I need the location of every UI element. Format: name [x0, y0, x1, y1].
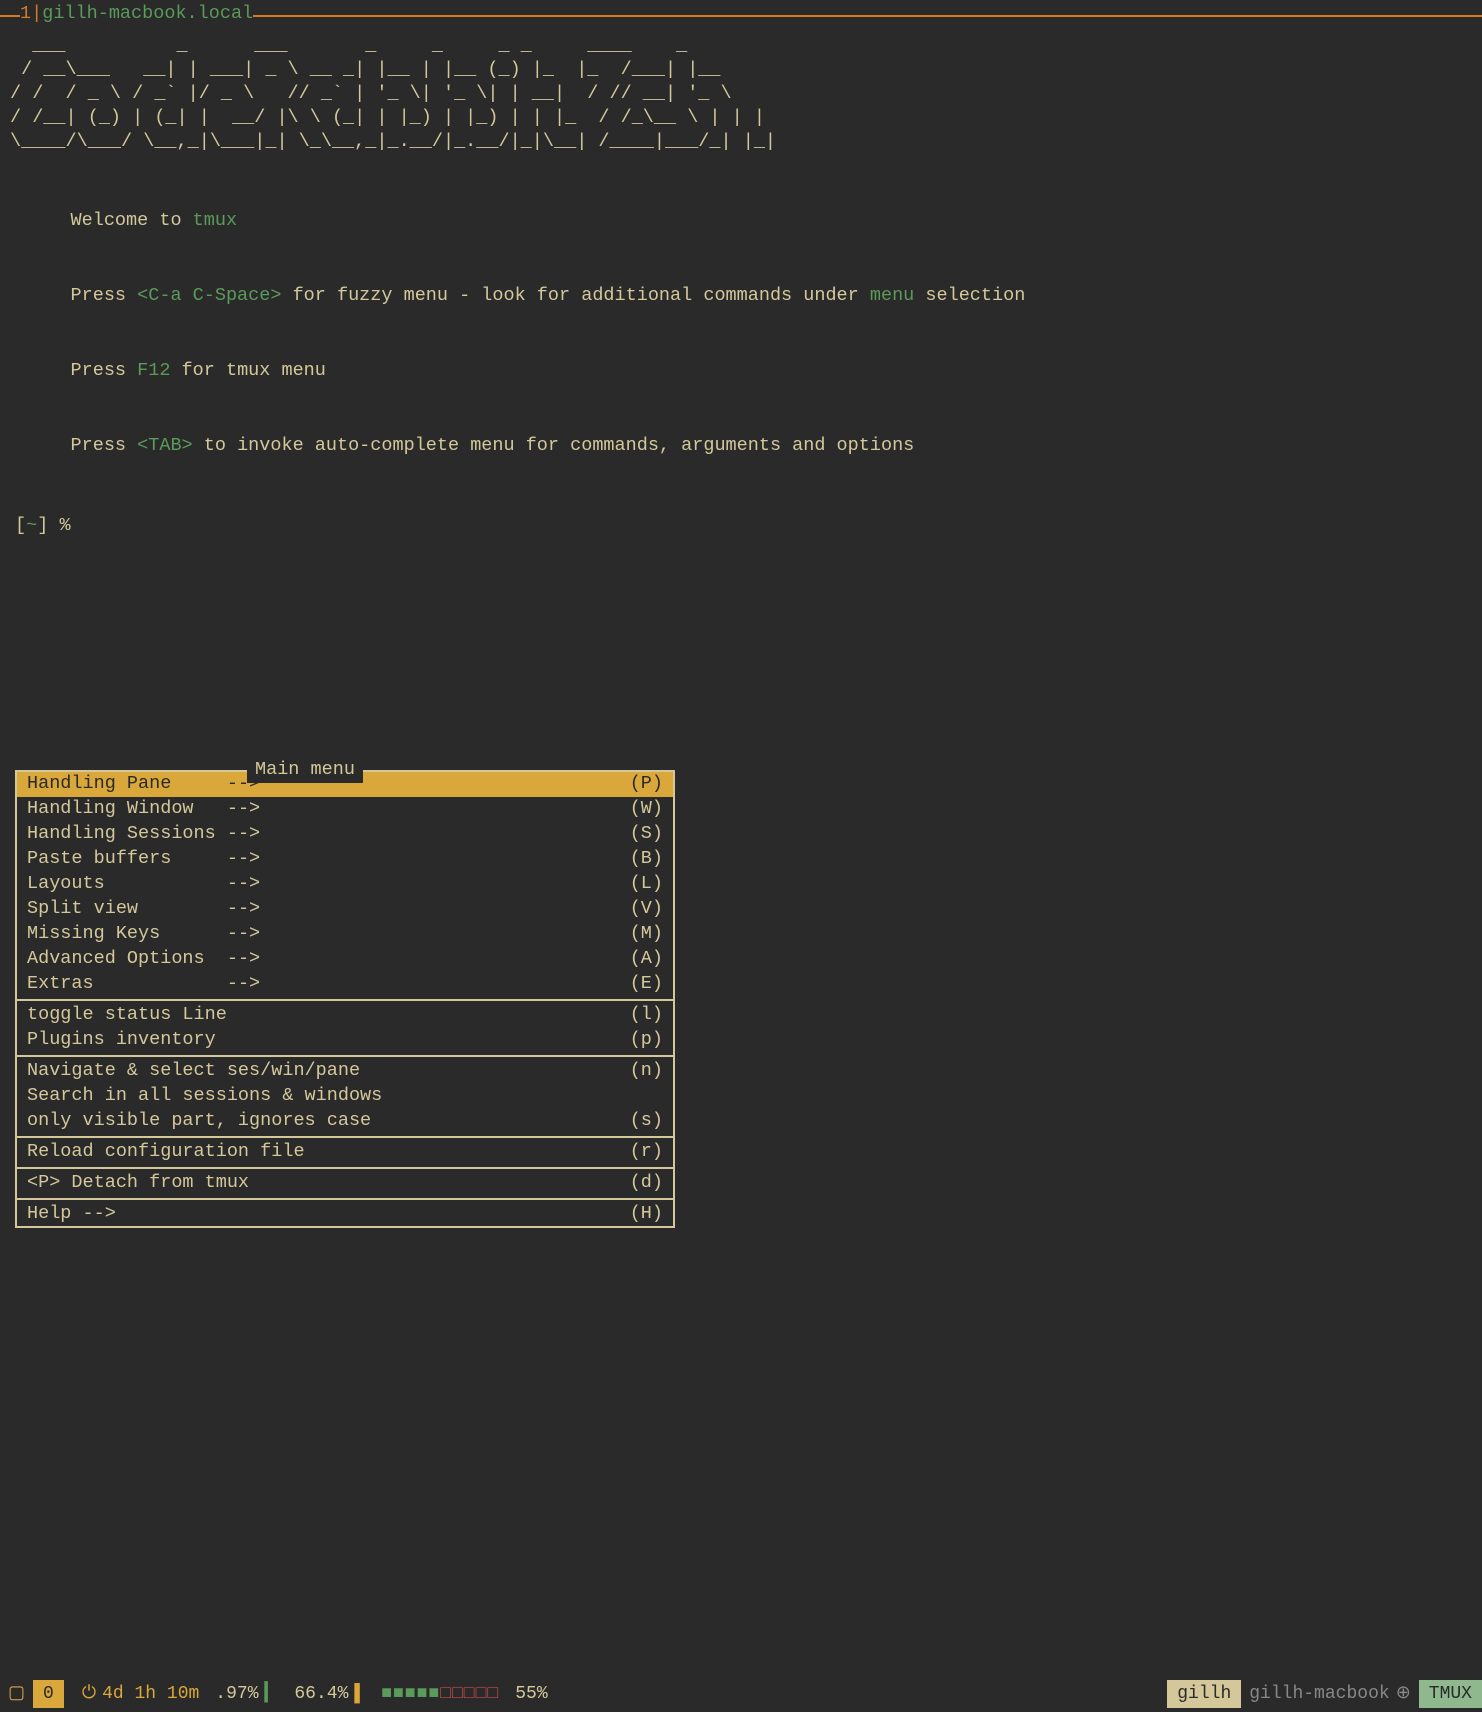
menu-item[interactable]: Extras --> (E)	[17, 972, 673, 997]
menu-item-key: (r)	[630, 1140, 663, 1165]
status-user: gillh	[1167, 1680, 1241, 1708]
menu-item[interactable]: Handling Window --> (W)	[17, 797, 673, 822]
submenu-arrow-icon: -->	[227, 797, 260, 822]
menu-item-key: (n)	[630, 1059, 663, 1084]
menu-item[interactable]: Reload configuration file (r)	[17, 1140, 673, 1165]
menu-item-key: (s)	[630, 1109, 663, 1134]
menu-item-label: Advanced Options	[27, 947, 227, 972]
menu-item-label: Extras	[27, 972, 227, 997]
menu-title: Main menu	[247, 758, 363, 783]
hostname: gillh-macbook.local	[42, 2, 253, 27]
menu-item[interactable]: <P> Detach from tmux (d)	[17, 1171, 673, 1196]
menu-item-label: toggle status Line	[27, 1003, 227, 1028]
menu-item-label: Help -->	[27, 1202, 116, 1227]
menu-item[interactable]: Split view --> (V)	[17, 897, 673, 922]
separator: |	[31, 2, 42, 27]
globe-icon: ⊕	[1396, 1682, 1411, 1706]
menu-item-key: (B)	[630, 847, 663, 872]
welcome-text: Welcome to tmux Press <C-a C-Space> for …	[15, 184, 1482, 484]
menu-item-label: Search in all sessions & windows	[27, 1084, 382, 1109]
menu-item-key: (d)	[630, 1171, 663, 1196]
ascii-banner: ___ _ ___ _ _ _ _ ____ _ / __\___ __| | …	[10, 34, 1482, 154]
shell-prompt[interactable]: [~] %	[15, 514, 1482, 539]
submenu-arrow-icon: -->	[227, 872, 260, 897]
status-bar: ▢ 0 ⏻ 4d 1h 10m .97% ▎ 66.4% ▌ ■■■■■□□□□…	[0, 1678, 1482, 1710]
menu-divider	[17, 1167, 673, 1169]
menu-item-label: Plugins inventory	[27, 1028, 216, 1053]
menu-item-label: Paste buffers	[27, 847, 227, 872]
menu-item-key: (A)	[630, 947, 663, 972]
menu-item-key: (l)	[630, 1003, 663, 1028]
menu-item-label: Missing Keys	[27, 922, 227, 947]
status-battery-pct: 55%	[507, 1680, 555, 1708]
menu-item-key: (E)	[630, 972, 663, 997]
menu-item-key: (P)	[630, 772, 663, 797]
menu-item[interactable]: Help --> (H)	[17, 1202, 673, 1227]
submenu-arrow-icon: -->	[227, 897, 260, 922]
menu-item[interactable]: toggle status Line (l)	[17, 1003, 673, 1028]
menu-item-label: Reload configuration file	[27, 1140, 305, 1165]
submenu-arrow-icon: -->	[227, 822, 260, 847]
menu-item-label: Handling Sessions	[27, 822, 227, 847]
menu-item-label: Navigate & select ses/win/pane	[27, 1059, 360, 1084]
menu-item[interactable]: Navigate & select ses/win/pane (n)	[17, 1059, 673, 1084]
menu-item-label: Split view	[27, 897, 227, 922]
menu-item[interactable]: Paste buffers --> (B)	[17, 847, 673, 872]
menu-item[interactable]: Layouts --> (L)	[17, 872, 673, 897]
menu-item[interactable]: Plugins inventory (p)	[17, 1028, 673, 1053]
menu-item-key: (S)	[630, 822, 663, 847]
status-battery-bar: ■■■■■□□□□□	[373, 1680, 507, 1708]
status-uptime: ⏻ 4d 1h 10m	[74, 1680, 207, 1708]
power-icon: ⏻	[82, 1682, 96, 1706]
title-bar: 1 | gillh-macbook.local	[0, 0, 1482, 29]
submenu-arrow-icon: -->	[227, 947, 260, 972]
submenu-arrow-icon: -->	[227, 922, 260, 947]
menu-item-label: only visible part, ignores case	[27, 1109, 371, 1134]
menu-item-label: Layouts	[27, 872, 227, 897]
main-menu[interactable]: Main menu Handling Pane -->(P)Handling W…	[15, 770, 675, 1228]
menu-item[interactable]: only visible part, ignores case (s)	[17, 1109, 673, 1134]
status-load: .97% ▎	[207, 1680, 286, 1708]
status-host: gillh-macbook ⊕	[1241, 1680, 1419, 1708]
status-session-index[interactable]: ▢ 0	[0, 1676, 74, 1712]
menu-item-key: (L)	[630, 872, 663, 897]
menu-item-key: (M)	[630, 922, 663, 947]
bar-icon: ▎	[265, 1682, 279, 1706]
menu-item[interactable]: Missing Keys --> (M)	[17, 922, 673, 947]
menu-divider	[17, 1198, 673, 1200]
menu-item-key: (W)	[630, 797, 663, 822]
menu-item-label: <P> Detach from tmux	[27, 1171, 249, 1196]
submenu-arrow-icon: -->	[227, 972, 260, 997]
menu-divider	[17, 999, 673, 1001]
menu-item-label: Handling Window	[27, 797, 227, 822]
menu-item-key: (p)	[630, 1028, 663, 1053]
pane-index: 1	[20, 2, 31, 27]
menu-item-key: (H)	[630, 1202, 663, 1227]
submenu-arrow-icon: -->	[227, 847, 260, 872]
menu-item[interactable]: Advanced Options --> (A)	[17, 947, 673, 972]
menu-item[interactable]: Handling Sessions --> (S)	[17, 822, 673, 847]
status-cpu: 66.4% ▌	[286, 1680, 373, 1708]
menu-item[interactable]: Search in all sessions & windows	[17, 1084, 673, 1109]
menu-divider	[17, 1055, 673, 1057]
menu-item-key: (V)	[630, 897, 663, 922]
bar-icon: ▌	[354, 1682, 365, 1706]
menu-item-label: Handling Pane	[27, 772, 227, 797]
status-tmux-label: TMUX	[1419, 1680, 1482, 1708]
menu-divider	[17, 1136, 673, 1138]
